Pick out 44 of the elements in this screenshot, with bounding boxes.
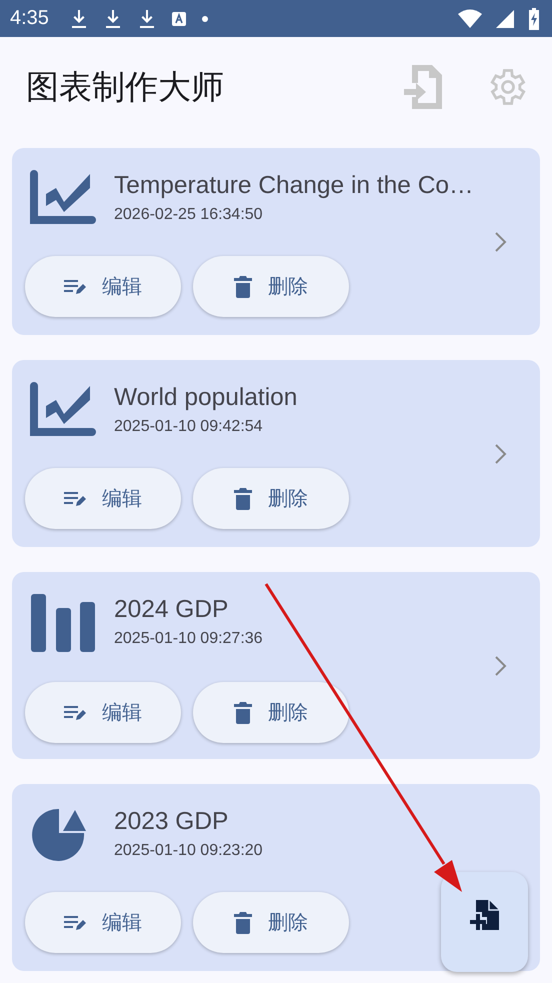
edit-icon [64,490,86,506]
chart-title: 2023 GDP [114,808,230,836]
edit-button[interactable]: 编辑 [25,892,181,953]
edit-icon [64,704,86,720]
delete-button[interactable]: 删除 [193,256,349,317]
file-import-icon[interactable] [404,65,444,109]
new-chart-button[interactable] [441,872,528,972]
chart-date: 2026-02-25 16:34:50 [114,206,264,224]
chart-date: 2025-01-10 09:27:36 [114,630,263,648]
chart-card[interactable]: Temperature Change in the Co… 2026-02-25 16:34:50 编辑 删除 [12,148,540,335]
chevron-right-icon[interactable] [494,231,508,253]
edit-icon [64,278,86,294]
status-time: 4:35 [10,7,49,30]
edit-button[interactable]: 编辑 [25,256,181,317]
trash-icon [234,488,252,510]
chart-title: World population [114,384,298,412]
chart-card[interactable]: 2023 GDP 2025-01-10 09:23:20 编辑 删除 [12,784,540,971]
signal-icon [496,10,514,28]
delete-button[interactable]: 删除 [193,682,349,743]
line-chart-icon [30,382,96,438]
trash-icon [234,702,252,724]
chart-date: 2025-01-10 09:42:54 [114,418,264,436]
add-file-icon [470,900,500,930]
delete-button[interactable]: 删除 [193,468,349,529]
chart-title: 2024 GDP [114,596,230,624]
keyboard-icon [170,10,187,26]
line-chart-icon [30,170,96,226]
chart-date: 2025-01-10 09:23:20 [114,842,263,860]
chevron-right-icon[interactable] [494,655,508,677]
chart-title: Temperature Change in the Co… [114,172,474,200]
delete-button[interactable]: 删除 [193,892,349,953]
app-title: 图表制作大师 [26,66,224,106]
edit-icon [64,914,86,930]
dot-icon [200,14,209,22]
bar-chart-icon [30,594,96,652]
wifi-icon [458,8,482,28]
chart-card[interactable]: 2024 GDP 2025-01-10 09:27:36 编辑 删除 [12,572,540,759]
trash-icon [234,276,252,298]
trash-icon [234,912,252,934]
chevron-right-icon[interactable] [494,443,508,465]
edit-button[interactable]: 编辑 [25,468,181,529]
edit-button[interactable]: 编辑 [25,682,181,743]
battery-icon [528,8,540,30]
chart-card[interactable]: World population 2025-01-10 09:42:54 编辑 删除 [12,360,540,547]
